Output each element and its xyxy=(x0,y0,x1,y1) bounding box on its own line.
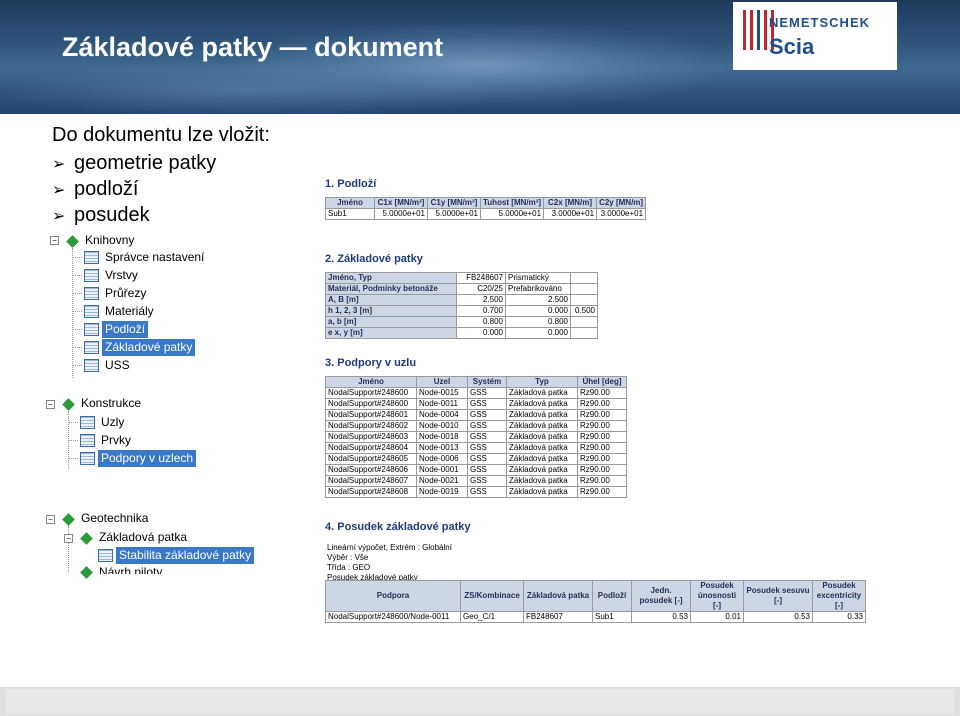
table-row: NodalSupport#248604 Node-0013 GSS Základová… xyxy=(325,442,627,454)
tree-item-pad-stability[interactable]: Stabilita základové patky xyxy=(116,547,255,564)
tree-connector xyxy=(72,248,73,378)
collapse-icon[interactable]: − xyxy=(50,236,59,245)
table-header-row: Jméno Uzel Systém Typ Úhel [deg] xyxy=(325,376,627,388)
table-icon xyxy=(84,323,99,336)
collapse-icon[interactable]: − xyxy=(46,400,55,409)
table-icon xyxy=(80,416,95,429)
folder-node-icon xyxy=(80,566,93,579)
folder-node-icon xyxy=(66,235,79,248)
logo-product-name: Scia xyxy=(769,34,815,59)
tree-item-materials[interactable]: Materiály xyxy=(102,303,157,320)
table-icon xyxy=(80,452,95,465)
collapse-icon[interactable]: − xyxy=(46,515,55,524)
tree-connector xyxy=(68,526,69,572)
collapse-icon[interactable]: − xyxy=(64,534,73,543)
slide-title: Základové patky — dokument xyxy=(62,32,444,62)
tree-node-structure[interactable]: Konstrukce xyxy=(78,395,144,412)
section-title-nodal-supports: 3. Podpory v uzlu xyxy=(325,357,417,369)
section-title-foundation-pads: 2. Základové patky xyxy=(325,253,423,265)
section-title-pad-check: 4. Posudek základové patky xyxy=(325,521,471,533)
table-icon xyxy=(84,341,99,354)
foundation-pads-table: Jméno, Typ FB248607 Prismatický Materiál, … xyxy=(325,272,598,339)
tree-node-libraries[interactable]: Knihovny xyxy=(82,232,137,249)
table-header-row: Jméno C1x [MN/m³] C1y [MN/m³] Tuhost [MN… xyxy=(325,197,647,209)
tree-item-nodal-supports[interactable]: Podpory v uzlech xyxy=(98,450,197,467)
table-row: NodalSupport#248602 Node-0010 GSS Základová… xyxy=(325,420,627,432)
bullet-item: ➢ geometrie patky xyxy=(52,150,216,176)
table-row: NodalSupport#248603 Node-0018 GSS Základová… xyxy=(325,431,627,443)
table-row: NodalSupport#248608 Node-0019 GSS Základová… xyxy=(325,486,627,498)
footer-bar xyxy=(0,687,960,716)
arrow-bullet-icon: ➢ xyxy=(52,208,66,225)
tree-node-foundation-pad[interactable]: Základová patka xyxy=(96,529,190,546)
table-row: NodalSupport#248600/Node-0011 Geo_C/1 FB… xyxy=(325,611,866,623)
table-icon xyxy=(84,359,99,372)
bullet-list: ➢ geometrie patky ➢ podloží ➢ posudek xyxy=(52,150,216,228)
subsoil-table: Jméno C1x [MN/m³] C1y [MN/m³] Tuhost [MN… xyxy=(325,197,647,220)
arrow-bullet-icon: ➢ xyxy=(52,182,66,199)
table-row: NodalSupport#248606 Node-0001 GSS Základová… xyxy=(325,464,627,476)
table-icon xyxy=(98,549,113,562)
table-row: NodalSupport#248607 Node-0021 GSS Základová… xyxy=(325,475,627,487)
folder-node-icon xyxy=(62,513,75,526)
tree-item-uss[interactable]: USS xyxy=(102,357,133,374)
nemetschek-scia-logo: NEMETSCHEK Scia xyxy=(733,2,897,70)
footer-inner xyxy=(6,689,954,714)
table-row: NodalSupport#248600 Node-0011 GSS Základová… xyxy=(325,398,627,410)
tree-panel-libraries: − Knihovny Správce nastavení Vrstvy Průř… xyxy=(44,230,204,380)
tree-node-pile-design[interactable]: Návrh piloty xyxy=(96,564,165,574)
table-row: e x, y [m] 0.000 0.000 xyxy=(325,327,598,339)
bullet-item: ➢ podloží xyxy=(52,176,216,202)
table-icon xyxy=(80,434,95,447)
section-title-subsoil: 1. Podloží xyxy=(325,178,377,190)
table-row: A, B [m] 2.500 2.500 xyxy=(325,294,598,306)
folder-node-icon xyxy=(62,398,75,411)
table-icon xyxy=(84,251,99,264)
table-icon xyxy=(84,287,99,300)
table-row: a, b [m] 0.800 0.800 xyxy=(325,316,598,328)
banner-glow-lower xyxy=(0,60,500,114)
table-row: Materiál, Podmínky betonáže C20/25 Prefabr… xyxy=(325,283,598,295)
bullet-item: ➢ posudek xyxy=(52,202,216,228)
table-row: Jméno, Typ FB248607 Prismatický xyxy=(325,272,598,284)
table-row: NodalSupport#248600 Node-0015 GSS Základová… xyxy=(325,387,627,399)
nodal-supports-rows: NodalSupport#248600 Node-0015 GSS Základová… xyxy=(325,387,627,498)
tree-item-nodes[interactable]: Uzly xyxy=(98,414,127,431)
folder-node-icon xyxy=(80,532,93,545)
tree-item-cross-sections[interactable]: Průřezy xyxy=(102,285,149,302)
tree-item-subsoil[interactable]: Podloží xyxy=(102,321,149,338)
table-row: NodalSupport#248601 Node-0004 GSS Základová… xyxy=(325,409,627,421)
check-notes: Lineární výpočet, Extrém : Globální Výbě… xyxy=(327,543,452,582)
logo-company-name: NEMETSCHEK xyxy=(769,15,871,30)
tree-panel-geotechnics: − Geotechnika − Základová patka Stabilit… xyxy=(44,508,255,579)
table-row: Sub1 5.0000e+01 5.0000e+01 5.0000e+01 3.… xyxy=(325,208,647,220)
tree-node-geotechnics[interactable]: Geotechnika xyxy=(78,510,151,527)
table-row: NodalSupport#248605 Node-0006 GSS Základová… xyxy=(325,453,627,465)
tree-item-layers[interactable]: Vrstvy xyxy=(102,267,141,284)
pad-check-table: Podpora ZS/Kombinace Základová patka Pod… xyxy=(325,580,866,623)
tree-panel-structure: − Konstrukce Uzly Prvky Podpory v uzlech xyxy=(44,393,204,473)
tree-item-settings-manager[interactable]: Správce nastavení xyxy=(102,249,207,266)
intro-text: Do dokumentu lze vložit: xyxy=(52,124,270,146)
tree-item-members[interactable]: Prvky xyxy=(98,432,134,449)
table-icon xyxy=(84,269,99,282)
table-icon xyxy=(84,305,99,318)
tree-item-foundation-pads[interactable]: Základové patky xyxy=(102,339,196,356)
table-row: h 1, 2, 3 [m] 0.700 0.000 0.500 xyxy=(325,305,598,317)
arrow-bullet-icon: ➢ xyxy=(52,156,66,173)
table-header-row: Podpora ZS/Kombinace Základová patka Pod… xyxy=(325,580,866,612)
header-banner: Základové patky — dokument NEMETSCHEK Sc… xyxy=(0,0,960,114)
